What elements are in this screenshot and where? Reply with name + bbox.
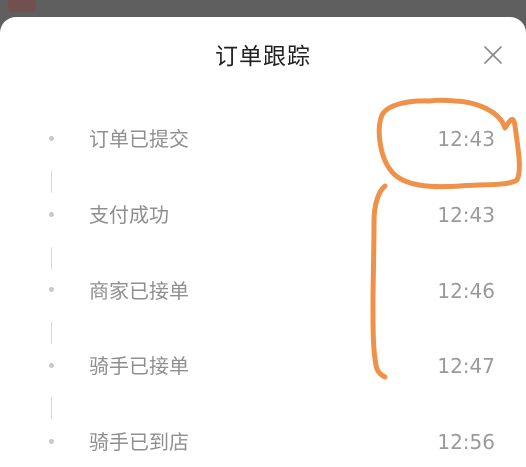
backdrop-app-icon	[8, 0, 36, 12]
timeline-dot	[49, 136, 54, 141]
timeline-connector	[51, 397, 52, 419]
step-time: 12:56	[437, 430, 495, 454]
timeline-dot	[49, 439, 54, 444]
order-tracking-sheet: 订单跟踪 订单已提交 12:43 支付成功 12:43 商家已接单 12:46 …	[0, 17, 526, 467]
close-icon	[484, 46, 502, 64]
step-label: 骑手已接单	[89, 354, 189, 378]
step-time: 12:47	[437, 354, 495, 378]
step-label: 支付成功	[89, 203, 169, 227]
step-label: 骑手已到店	[89, 430, 189, 454]
sheet-title: 订单跟踪	[215, 44, 311, 70]
step-label: 商家已接单	[89, 279, 189, 303]
close-button[interactable]	[480, 42, 506, 68]
step-time: 12:46	[437, 279, 495, 303]
timeline-dot	[49, 212, 54, 217]
step-time: 12:43	[437, 127, 495, 151]
step-time: 12:43	[437, 203, 495, 227]
timeline-connector	[51, 247, 52, 269]
timeline-connector	[51, 322, 52, 344]
step-label: 订单已提交	[89, 127, 189, 151]
timeline-dot	[49, 287, 54, 292]
timeline-connector	[51, 171, 52, 193]
timeline-dot	[49, 363, 54, 368]
